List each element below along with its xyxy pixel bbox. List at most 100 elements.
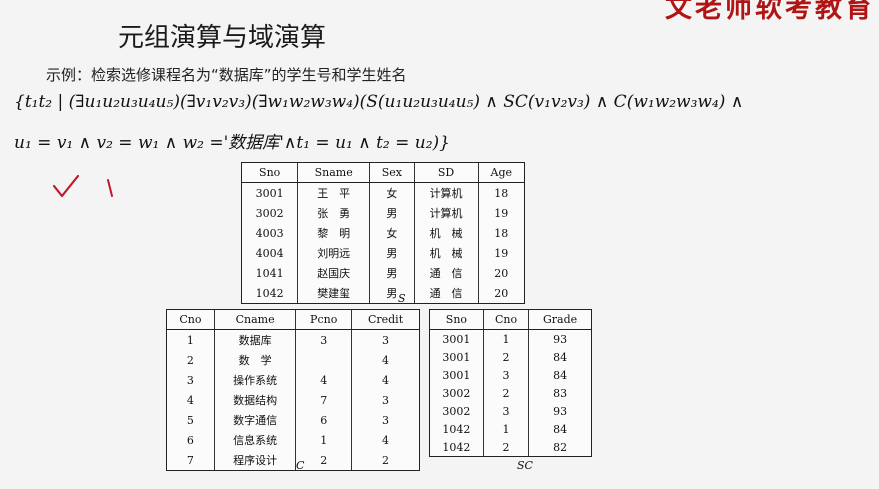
- table-row: 3002 3 93: [430, 402, 592, 420]
- table-cell: 女: [369, 223, 415, 243]
- table-cell: 5: [186, 413, 194, 427]
- table-cell: 通 信: [413, 263, 479, 283]
- table-cell: 3001: [442, 368, 471, 382]
- column-header: Grade: [528, 309, 592, 330]
- table-cell: 1042: [442, 422, 471, 436]
- column-header: Credit: [351, 309, 420, 330]
- formula-line-2: u₁ = v₁ ∧ v₂ = w₁ ∧ w₂ ='数据库'∧t₁ = u₁ ∧ …: [14, 133, 450, 153]
- table-cell: 1042: [429, 438, 484, 457]
- table-cell: 机 械: [413, 223, 479, 243]
- table-row: 3001 1 93: [430, 329, 592, 348]
- table-row: 4 数据结构 7 3: [167, 390, 420, 410]
- table-cell: 黎 明: [297, 223, 370, 243]
- table-cell: 1: [295, 430, 352, 450]
- table-cell: 84: [528, 366, 592, 384]
- table-cell: 计算机: [413, 203, 479, 223]
- table-header-row: Sno Cno Grade: [429, 309, 592, 330]
- table-cell: 4: [186, 393, 194, 407]
- handwritten-check-mark-icon: [52, 174, 113, 198]
- table-row: 3002 张 勇男计算机 19: [242, 203, 525, 223]
- table-cell: 7: [166, 450, 215, 471]
- table-row: 1041 赵国庆男通 信 20: [242, 263, 525, 283]
- table-cell: 信息系统: [213, 430, 296, 450]
- table-row: 7 程序设计 2 2: [166, 450, 420, 471]
- slide-title: 元组演算与域演算: [118, 23, 327, 53]
- table-cell: 4: [351, 370, 420, 390]
- table-cell: 赵国庆: [297, 263, 370, 283]
- table-cell: 3002: [442, 404, 471, 418]
- table-cell: 4: [351, 430, 420, 450]
- slide: 文老师软考教育 元组演算与域演算 示例：检索选修课程名为“数据库”的学生号和学生…: [0, 0, 879, 489]
- table-sc-caption: SC: [517, 459, 533, 472]
- table-cell: 张 勇: [297, 203, 370, 223]
- column-header: Cname: [213, 309, 296, 330]
- table-cell: 程序设计: [213, 450, 296, 471]
- table-cell: 数 学: [213, 350, 296, 370]
- table-cell: 3001: [442, 350, 471, 364]
- table-row: 4004 刘明远男机 械 19: [242, 243, 525, 263]
- table-row: 3001 2 84: [430, 348, 592, 366]
- table-cell: 3002: [255, 206, 284, 220]
- table-cell: 93: [528, 402, 592, 420]
- table-cell: 4003: [255, 226, 284, 240]
- table-cell: 4: [295, 370, 352, 390]
- column-header: Cno: [166, 309, 215, 330]
- table-cell: 男: [369, 243, 415, 263]
- table-cell: 操作系统: [213, 370, 296, 390]
- table-cell: 3: [351, 329, 420, 350]
- table-cell: 1: [186, 333, 194, 347]
- table-cell: 1: [482, 420, 529, 438]
- table-cell: 2: [482, 438, 529, 457]
- formula-line-1: {t₁t₂ | (∃u₁u₂u₃u₄u₅)(∃v₁v₂v₃)(∃w₁w₂w₃w₄…: [14, 92, 744, 112]
- table-cell: 1041: [255, 266, 284, 280]
- table-row: 1 数据库 3 3: [167, 329, 420, 350]
- table-row: 6 信息系统 1 4: [167, 430, 420, 450]
- table-cell: 6: [186, 433, 194, 447]
- table-cell: 83: [528, 384, 592, 402]
- table-c: Cno Cname Pcno Credit 1 数据库 3 3 2 数 学 4 3 操作系统 4 4 4 数据…: [166, 309, 420, 471]
- table-s-caption: S: [398, 292, 406, 305]
- table-cell: 3: [482, 402, 529, 420]
- table-cell: 3: [295, 329, 352, 350]
- table-header-row: Sno Sname Sex SD Age: [241, 162, 525, 183]
- table-cell: 3002: [442, 386, 471, 400]
- table-cell: 机 械: [413, 243, 479, 263]
- table-cell: 2: [482, 384, 529, 402]
- table-cell: 男: [369, 283, 415, 304]
- table-sc: Sno Cno Grade 3001 1 93 3001 2 84 3001 3 84 3002 2 83…: [429, 309, 592, 457]
- table-row: 1042 樊建玺男通 信 20: [241, 283, 525, 304]
- column-header: Sex: [369, 162, 415, 183]
- table-c-caption: C: [296, 459, 305, 472]
- table-cell: 1042: [241, 283, 298, 304]
- column-header: Sno: [429, 309, 484, 330]
- table-cell: 18: [477, 223, 525, 243]
- table-cell: 刘明远: [297, 243, 370, 263]
- table-cell: 王 平: [297, 182, 370, 203]
- table-cell: 3: [351, 410, 420, 430]
- table-cell: 男: [369, 263, 415, 283]
- table-cell: 20: [477, 283, 525, 304]
- table-cell: 2: [186, 353, 194, 367]
- table-cell: 18: [477, 182, 525, 203]
- table-cell: 84: [528, 420, 592, 438]
- example-description: 示例：检索选修课程名为“数据库”的学生号和学生姓名: [46, 66, 407, 84]
- table-cell: 3: [351, 390, 420, 410]
- table-cell: 3001: [255, 186, 284, 200]
- column-header: Age: [477, 162, 525, 183]
- table-cell: 3: [482, 366, 529, 384]
- table-cell: 2: [351, 450, 420, 471]
- table-row: 1042 1 84: [430, 420, 592, 438]
- table-cell: 3: [186, 373, 194, 387]
- table-cell: [295, 350, 352, 370]
- table-cell: 84: [528, 348, 592, 366]
- table-cell: 3001: [442, 332, 471, 346]
- column-header: Cno: [482, 309, 529, 330]
- table-row: 3001 3 84: [430, 366, 592, 384]
- column-header: Pcno: [295, 309, 352, 330]
- table-row: 2 数 学 4: [167, 350, 420, 370]
- table-cell: 2: [482, 348, 529, 366]
- table-s: Sno Sname Sex SD Age 3001 王 平女计算机 18 3002 张 勇男计算…: [241, 162, 525, 304]
- table-cell: 女: [369, 182, 415, 203]
- table-row: 5 数字通信 6 3: [167, 410, 420, 430]
- table-cell: 通 信: [413, 283, 479, 304]
